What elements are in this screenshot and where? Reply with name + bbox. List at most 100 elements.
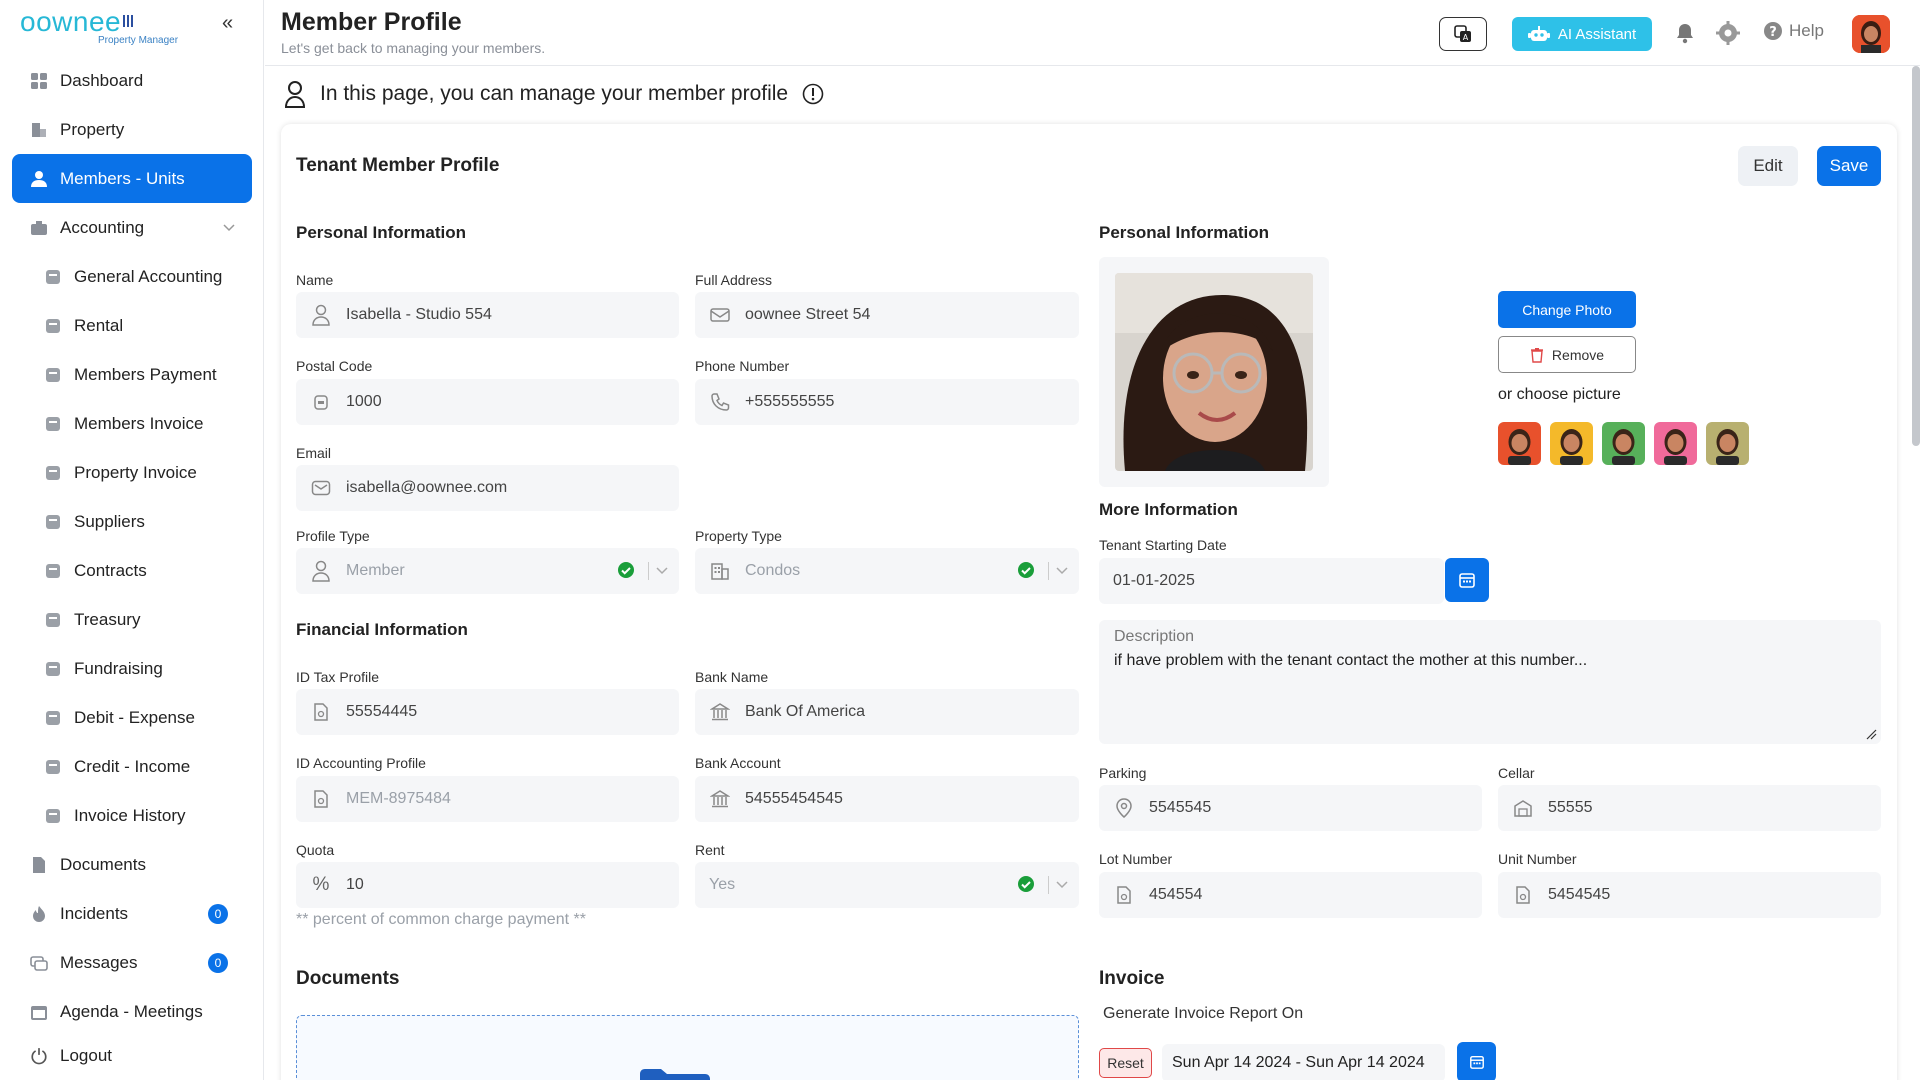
sidebar-item-members-units[interactable]: Members - Units [12, 154, 252, 203]
profile-photo [1115, 273, 1313, 471]
document-icon [30, 856, 48, 874]
sidebar-item-label: Messages [60, 952, 138, 972]
sidebar-item-dashboard[interactable]: Dashboard [12, 56, 252, 105]
address-label: Full Address [695, 272, 773, 288]
sidebar-item-documents[interactable]: Documents [12, 840, 252, 889]
change-photo-button[interactable]: Change Photo [1498, 291, 1636, 328]
phone-value: +555555555 [745, 393, 835, 410]
help-button[interactable]: ? Help [1763, 21, 1824, 41]
sidebar-item-property[interactable]: Property [12, 105, 252, 154]
sidebar-item-credit-income[interactable]: Credit - Income [12, 742, 252, 791]
postal-field[interactable]: 1000 [296, 379, 679, 425]
resize-grip-icon[interactable] [1865, 728, 1877, 740]
help-icon: ? [1764, 22, 1782, 40]
start-date-field[interactable]: 01-01-2025 [1099, 558, 1444, 604]
logo[interactable]: oownee Property Manager [20, 8, 190, 47]
select-separator [648, 562, 649, 580]
bank-name-field[interactable]: Bank Of America [695, 689, 1079, 735]
avatar-option[interactable] [1654, 422, 1697, 465]
reset-button[interactable]: Reset [1099, 1048, 1152, 1078]
avatar-option[interactable] [1602, 422, 1645, 465]
collapse-sidebar-button[interactable]: « [222, 12, 233, 35]
invoice-calendar-button[interactable] [1457, 1042, 1496, 1080]
email-label: Email [296, 445, 332, 461]
sidebar-item-label: Debit - Expense [74, 707, 195, 727]
sidebar-item-messages[interactable]: Messages 0 [12, 938, 252, 987]
sidebar-item-members-invoice[interactable]: Members Invoice [12, 399, 252, 448]
sidebar-item-agenda-meetings[interactable]: Agenda - Meetings [12, 987, 252, 1036]
cellar-field[interactable]: 55555 [1498, 785, 1881, 831]
email-field[interactable]: isabella@oownee.com [296, 465, 679, 511]
sidebar-item-fundraising[interactable]: Fundraising [12, 644, 252, 693]
page-scrollbar[interactable] [1912, 66, 1920, 446]
gear-icon[interactable] [1716, 21, 1740, 50]
sidebar-item-label: Incidents [60, 903, 129, 923]
sidebar-item-treasury[interactable]: Treasury [12, 595, 252, 644]
bell-icon[interactable] [1675, 22, 1695, 49]
unit-field[interactable]: 5454545 [1498, 872, 1881, 918]
sidebar-item-label: Accounting [60, 217, 145, 237]
address-field[interactable]: oownee Street 54 [695, 292, 1079, 338]
email-value: isabella@oownee.com [346, 479, 508, 496]
invoice-date-range[interactable]: Sun Apr 14 2024 - Sun Apr 14 2024 [1162, 1044, 1445, 1080]
start-date-calendar-button[interactable] [1445, 558, 1489, 602]
chevron-down-icon[interactable] [1055, 877, 1069, 896]
rent-select[interactable]: Yes [695, 862, 1079, 908]
sidebar-item-contracts[interactable]: Contracts [12, 546, 252, 595]
description-label: Description [1114, 628, 1195, 645]
lot-field[interactable]: 454554 [1099, 872, 1482, 918]
envelope-open-icon [709, 304, 731, 326]
sidebar-item-label: Agenda - Meetings [60, 1001, 203, 1021]
quota-label: Quota [296, 842, 335, 858]
sidebar-item-members-payment[interactable]: Members Payment [12, 350, 252, 399]
count-badge: 0 [208, 953, 228, 973]
sidebar-item-label: Rental [74, 315, 124, 335]
sidebar-item-rental[interactable]: Rental [12, 301, 252, 350]
chevron-down-icon[interactable] [222, 219, 236, 239]
avatar-option[interactable] [1550, 422, 1593, 465]
treasury-icon [44, 611, 62, 629]
description-textarea[interactable]: Description if have problem with the ten… [1099, 620, 1881, 744]
sidebar-item-invoice-history[interactable]: Invoice History [12, 791, 252, 840]
file-icon [1512, 884, 1534, 906]
document-upload-dropzone[interactable] [296, 1015, 1079, 1080]
acc-profile-field[interactable]: MEM-8975484 [296, 776, 679, 822]
avatar-option[interactable] [1706, 422, 1749, 465]
ai-assistant-button[interactable]: AI Assistant [1512, 17, 1652, 51]
parking-field[interactable]: 5545545 [1099, 785, 1482, 831]
documents-heading: Documents [296, 968, 400, 989]
logout-button[interactable]: Logout [12, 1036, 252, 1076]
bank-account-field[interactable]: 54555454545 [695, 776, 1079, 822]
sidebar-item-incidents[interactable]: Incidents 0 [12, 889, 252, 938]
quota-field[interactable]: % 10 [296, 862, 679, 908]
phone-field[interactable]: +555555555 [695, 379, 1079, 425]
select-separator [1048, 876, 1049, 894]
logo-mark-icon [123, 15, 136, 27]
chevron-down-icon[interactable] [655, 563, 669, 582]
translate-button[interactable]: A [1439, 17, 1487, 51]
sidebar-item-general-accounting[interactable]: General Accounting [12, 252, 252, 301]
help-label: Help [1789, 21, 1824, 40]
remove-photo-button[interactable]: Remove [1498, 336, 1636, 373]
chevron-down-icon[interactable] [1055, 563, 1069, 582]
bank-icon [709, 788, 731, 810]
edit-button[interactable]: Edit [1738, 146, 1798, 186]
name-field[interactable]: Isabella - Studio 554 [296, 292, 679, 338]
sidebar-item-label: Documents [60, 854, 146, 874]
sidebar-item-property-invoice[interactable]: Property Invoice [12, 448, 252, 497]
sidebar-item-suppliers[interactable]: Suppliers [12, 497, 252, 546]
sidebar-item-accounting[interactable]: Accounting [12, 203, 252, 252]
postal-value: 1000 [346, 393, 382, 410]
sidebar-item-debit-expense[interactable]: Debit - Expense [12, 693, 252, 742]
ai-assistant-label: AI Assistant [1557, 25, 1637, 43]
tax-field[interactable]: 55554445 [296, 689, 679, 735]
property-type-select[interactable]: Condos [695, 548, 1079, 594]
profile-type-select[interactable]: Member [296, 548, 679, 594]
sidebar-item-label: Members - Units [60, 168, 185, 188]
info-icon[interactable] [802, 83, 824, 105]
avatar-option[interactable] [1498, 422, 1541, 465]
user-avatar[interactable] [1852, 15, 1890, 53]
save-button[interactable]: Save [1817, 146, 1881, 186]
check-circle-icon [1017, 561, 1035, 584]
svg-text:A: A [1463, 33, 1469, 42]
